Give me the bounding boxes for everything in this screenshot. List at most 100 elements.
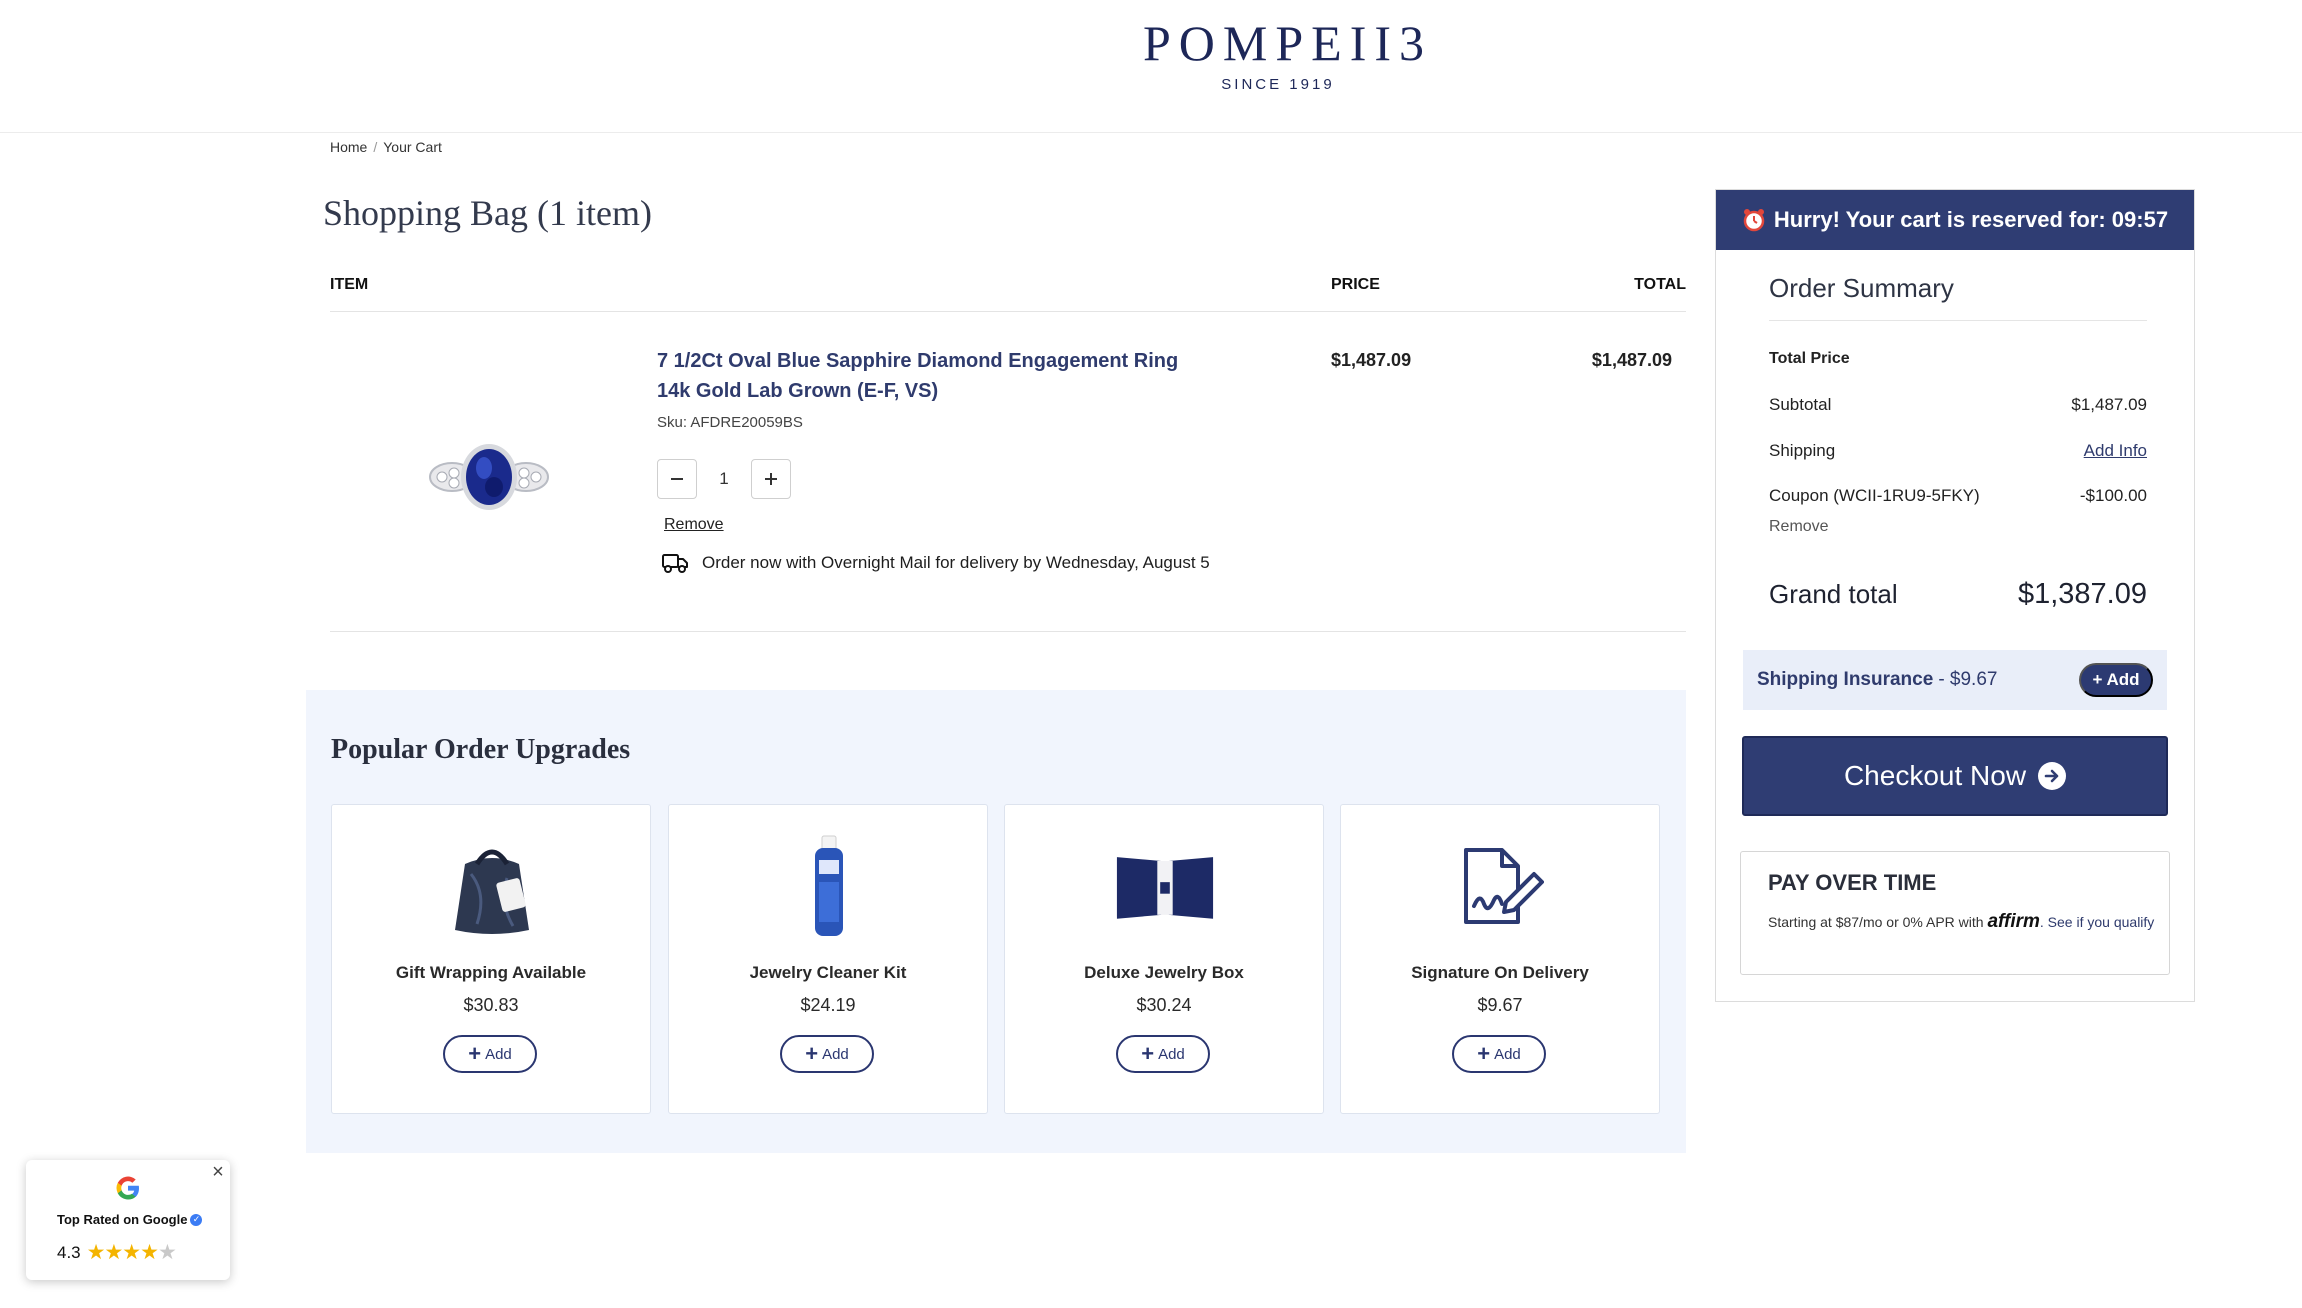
remove-item-link[interactable]: Remove <box>664 516 724 534</box>
upgrade-name: Gift Wrapping Available <box>395 963 587 982</box>
cart-reservation-timer: Hurry! Your cart is reserved for: 09:57 <box>1716 190 2194 250</box>
product-image[interactable] <box>424 432 554 522</box>
grand-total-row: Grand total $1,387.09 <box>1769 578 2147 611</box>
item-total: $1,487.09 <box>1591 350 1672 370</box>
plus-icon: + <box>468 1041 482 1066</box>
subtotal-row: Subtotal $1,487.09 <box>1769 395 2147 415</box>
brand-logo[interactable]: POMPEII3 SINCE 1919 <box>1143 12 1433 98</box>
jewelry-box-icon <box>1115 831 1215 941</box>
grand-total-label: Grand total <box>1769 579 1898 609</box>
coupon-remove-link[interactable]: Remove <box>1769 518 1829 536</box>
item-price: $1,487.09 <box>1331 350 1412 370</box>
cleaner-bottle-icon <box>779 831 879 941</box>
timer-text: Hurry! Your cart is reserved for: 09:57 <box>1773 207 2169 232</box>
delivery-text: Order now with Overnight Mail for delive… <box>702 553 1210 572</box>
upgrade-card-jewelry-box: Deluxe Jewelry Box $30.24 + Add <box>1004 804 1324 1114</box>
gift-bag-icon <box>442 831 542 941</box>
star-icon: ★ <box>157 1241 177 1264</box>
product-sku: Sku: AFDRE20059BS <box>657 414 803 431</box>
delivery-estimate: Order now with Overnight Mail for delive… <box>662 552 1210 574</box>
checkout-button[interactable]: Checkout Now <box>1742 736 2168 816</box>
signature-icon <box>1451 831 1551 941</box>
insurance-add-label: Add <box>2106 670 2140 689</box>
coupon-label: Coupon (WCII-1RU9-5FKY) <box>1769 486 1980 505</box>
alarm-clock-icon <box>1743 209 1765 232</box>
see-if-you-qualify-link[interactable]: . See if you qualify <box>2040 914 2154 930</box>
upgrade-card-gift-wrapping: Gift Wrapping Available $30.83 + Add <box>331 804 651 1114</box>
truck-icon <box>662 554 688 573</box>
column-header-item: ITEM <box>330 276 369 293</box>
quantity-increase-button[interactable] <box>751 459 791 499</box>
shipping-row: Shipping Add Info <box>1769 441 2147 461</box>
upgrade-price: $24.19 <box>800 995 856 1015</box>
shipping-insurance-row: Shipping Insurance - $9.67 + Add <box>1743 650 2167 710</box>
google-badge-label: Top Rated on Google <box>57 1212 188 1227</box>
plus-icon: + <box>1477 1041 1491 1066</box>
add-shipping-insurance-button[interactable]: + Add <box>2079 663 2153 697</box>
plus-icon: + <box>2092 670 2103 689</box>
site-header: POMPEII3 SINCE 1919 <box>0 0 2302 133</box>
brand-tagline: SINCE 1919 <box>1221 76 1335 93</box>
add-gift-wrapping-button[interactable]: + Add <box>443 1035 537 1073</box>
arrow-right-icon <box>2038 762 2067 790</box>
upgrade-price: $9.67 <box>1477 995 1523 1015</box>
quantity-value[interactable]: 1 <box>697 469 751 489</box>
page-title: Shopping Bag (1 item) <box>323 193 652 233</box>
coupon-row: Coupon (WCII-1RU9-5FKY) -$100.00 <box>1769 486 2147 506</box>
breadcrumb-current: Your Cart <box>383 139 442 155</box>
add-label: Add <box>1158 1045 1185 1063</box>
upgrade-name: Deluxe Jewelry Box <box>1084 963 1244 982</box>
star-icon: ★ <box>140 1241 159 1264</box>
column-header-total: TOTAL <box>1634 276 1686 293</box>
close-icon[interactable]: × <box>206 1160 230 1184</box>
upgrade-name: Signature On Delivery <box>1411 963 1589 982</box>
insurance-label: Shipping Insurance <box>1757 669 1934 690</box>
cart-table-header: ITEM PRICE TOTAL <box>330 272 1686 312</box>
google-badge-label-row: Top Rated on Google ✓ <box>57 1212 203 1227</box>
subtotal-label: Subtotal <box>1769 395 1832 414</box>
google-rating-row: 4.3 ★★★★★ <box>57 1240 177 1265</box>
star-icon: ★ <box>122 1241 141 1264</box>
verified-check-icon: ✓ <box>190 1213 203 1226</box>
add-jewelry-cleaner-button[interactable]: + Add <box>780 1035 874 1073</box>
order-summary-title: Order Summary <box>1769 273 1954 303</box>
google-rating-badge[interactable]: × Top Rated on Google ✓ 4.3 ★★★★★ <box>26 1160 230 1280</box>
plus-icon: + <box>1141 1041 1155 1066</box>
pay-over-time-box: PAY OVER TIME Starting at $87/mo or 0% A… <box>1740 851 2170 975</box>
order-upgrades-section: Popular Order Upgrades Gift Wrapping Ava… <box>306 690 1686 1153</box>
insurance-price: - $9.67 <box>1938 669 1998 690</box>
plus-icon: + <box>805 1041 819 1066</box>
checkout-label: Checkout Now <box>1843 760 2027 791</box>
add-label: Add <box>822 1045 849 1063</box>
brand-name: POMPEII3 <box>1143 15 1433 71</box>
minus-icon <box>671 478 683 480</box>
breadcrumb: Home / Your Cart <box>330 139 442 155</box>
add-signature-delivery-button[interactable]: + Add <box>1452 1035 1546 1073</box>
star-icon: ★ <box>86 1241 106 1264</box>
plus-icon <box>765 473 777 485</box>
cart-item-row: 7 1/2Ct Oval Blue Sapphire Diamond Engag… <box>330 312 1686 632</box>
pay-over-time-title: PAY OVER TIME <box>1768 870 1937 895</box>
shipping-label: Shipping <box>1769 441 1836 460</box>
product-name-link[interactable]: 7 1/2Ct Oval Blue Sapphire Diamond Engag… <box>657 346 1217 406</box>
pay-text-start: Starting at $87/mo or 0% APR with <box>1768 914 1984 930</box>
total-price-heading: Total Price <box>1769 350 2147 368</box>
quantity-decrease-button[interactable] <box>657 459 697 499</box>
order-summary-panel: Hurry! Your cart is reserved for: 09:57 … <box>1715 189 2195 1002</box>
add-label: Add <box>1494 1045 1521 1063</box>
add-label: Add <box>485 1045 512 1063</box>
upgrade-card-signature: Signature On Delivery $9.67 + Add <box>1340 804 1660 1114</box>
google-logo-icon <box>116 1176 139 1200</box>
shipping-add-info-link[interactable]: Add Info <box>2084 441 2147 461</box>
google-rating-value: 4.3 <box>57 1242 81 1262</box>
quantity-stepper: 1 <box>657 459 791 499</box>
grand-total-value: $1,387.09 <box>2017 578 2147 610</box>
upgrade-card-jewelry-cleaner: Jewelry Cleaner Kit $24.19 + Add <box>668 804 988 1114</box>
breadcrumb-home[interactable]: Home <box>330 139 367 155</box>
add-jewelry-box-button[interactable]: + Add <box>1116 1035 1210 1073</box>
upgrades-title: Popular Order Upgrades <box>331 734 631 765</box>
affirm-logo: affirm <box>1987 911 2040 932</box>
subtotal-value: $1,487.09 <box>2071 395 2147 414</box>
star-rating: ★★★★★ <box>86 1240 177 1265</box>
upgrade-price: $30.83 <box>463 995 519 1015</box>
